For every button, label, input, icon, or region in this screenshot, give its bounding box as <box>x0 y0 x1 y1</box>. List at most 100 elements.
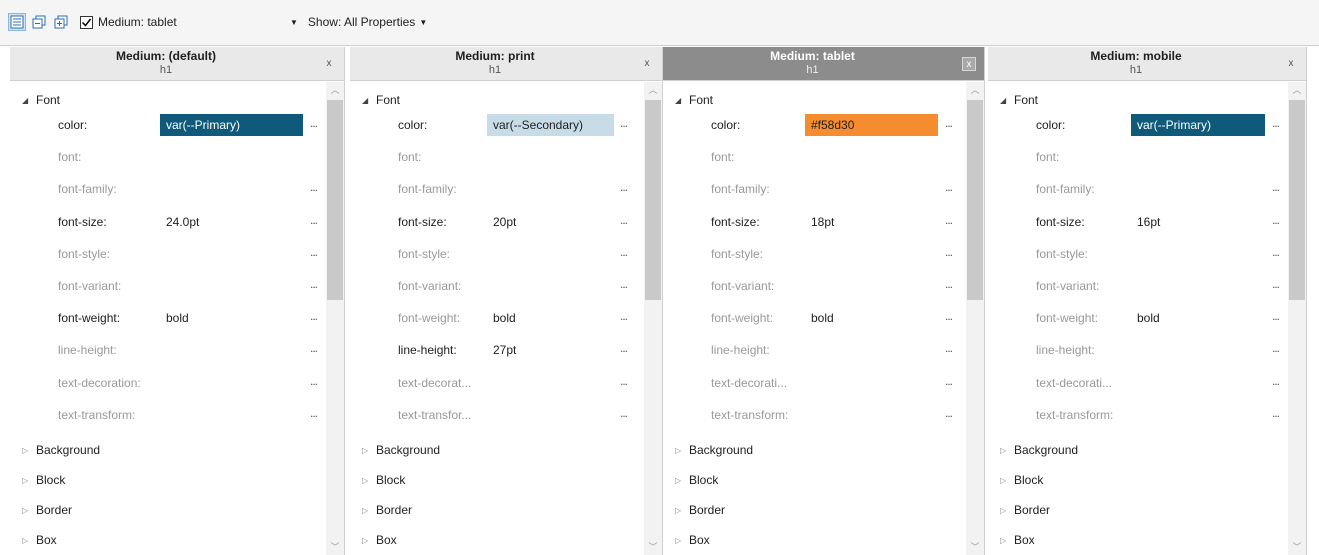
property-row-font-weight[interactable]: font-weight: bold... <box>350 307 645 329</box>
vertical-scrollbar[interactable]: ︿ ﹀ <box>1288 82 1306 555</box>
category-box[interactable]: ▷ Box <box>22 531 57 549</box>
property-row-line-height[interactable]: line-height:... <box>988 339 1289 361</box>
category-box[interactable]: ▷ Box <box>1000 531 1035 549</box>
category-block[interactable]: ▷ Block <box>22 471 65 489</box>
more-options-button[interactable]: ... <box>620 116 628 130</box>
category-background[interactable]: ▷ Background <box>22 441 100 459</box>
property-row-font-family[interactable]: font-family:... <box>10 178 327 200</box>
more-options-button[interactable]: ... <box>620 213 628 227</box>
more-options-button[interactable]: ... <box>945 341 953 355</box>
property-value[interactable]: var(--Secondary) <box>487 114 614 136</box>
property-value[interactable]: bold <box>160 307 195 329</box>
property-row-font-style[interactable]: font-style:... <box>350 243 645 265</box>
scroll-down-icon[interactable]: ﹀ <box>644 539 662 555</box>
category-box[interactable]: ▷ Box <box>362 531 397 549</box>
vertical-scrollbar[interactable]: ︿ ﹀ <box>326 82 344 555</box>
scroll-up-icon[interactable]: ︿ <box>1288 82 1306 98</box>
more-options-button[interactable]: ... <box>620 180 628 194</box>
property-row-font-size[interactable]: font-size: 18pt... <box>663 211 967 233</box>
property-row-font-variant[interactable]: font-variant:... <box>350 275 645 297</box>
property-value[interactable]: bold <box>805 307 840 329</box>
more-options-button[interactable]: ... <box>945 213 953 227</box>
collapse-all-icon[interactable] <box>30 13 48 31</box>
property-value[interactable]: 27pt <box>487 339 522 361</box>
more-options-button[interactable]: ... <box>620 245 628 259</box>
more-options-button[interactable]: ... <box>945 180 953 194</box>
more-options-button[interactable]: ... <box>945 374 953 388</box>
category-font[interactable]: ◢ Font <box>22 91 60 109</box>
more-options-button[interactable]: ... <box>620 341 628 355</box>
property-row-text-decoration[interactable]: text-decorati...... <box>988 372 1289 394</box>
category-font[interactable]: ◢ Font <box>675 91 713 109</box>
category-block[interactable]: ▷ Block <box>362 471 405 489</box>
category-border[interactable]: ▷ Border <box>1000 501 1050 519</box>
property-row-text-transform[interactable]: text-transform:... <box>10 404 327 426</box>
scroll-up-icon[interactable]: ︿ <box>644 82 662 98</box>
more-options-button[interactable]: ... <box>1272 341 1280 355</box>
medium-checkbox[interactable] <box>80 15 93 29</box>
more-options-button[interactable]: ... <box>310 245 318 259</box>
property-row-font-weight[interactable]: font-weight: bold... <box>10 307 327 329</box>
property-row-text-transform[interactable]: text-transfor...... <box>350 404 645 426</box>
expand-all-icon[interactable] <box>52 13 70 31</box>
medium-dropdown[interactable]: Medium: tablet <box>98 15 288 29</box>
more-options-button[interactable]: ... <box>310 341 318 355</box>
property-row-font-variant[interactable]: font-variant:... <box>988 275 1289 297</box>
compare-view-icon[interactable] <box>8 13 26 31</box>
property-value[interactable]: #f58d30 <box>805 114 938 136</box>
property-row-font-size[interactable]: font-size: 16pt... <box>988 211 1289 233</box>
category-background[interactable]: ▷ Background <box>675 441 753 459</box>
panel-header[interactable]: Medium: print h1 x <box>350 47 662 81</box>
property-row-font-size[interactable]: font-size: 24.0pt... <box>10 211 327 233</box>
category-block[interactable]: ▷ Block <box>675 471 718 489</box>
property-row-font[interactable]: font: <box>988 146 1289 168</box>
property-value[interactable]: bold <box>487 307 522 329</box>
property-row-text-transform[interactable]: text-transform:... <box>663 404 967 426</box>
property-row-text-decoration[interactable]: text-decoration:... <box>10 372 327 394</box>
property-row-font-variant[interactable]: font-variant:... <box>663 275 967 297</box>
property-row-font-variant[interactable]: font-variant:... <box>10 275 327 297</box>
scroll-down-icon[interactable]: ﹀ <box>966 539 984 555</box>
more-options-button[interactable]: ... <box>620 309 628 323</box>
scroll-down-icon[interactable]: ﹀ <box>326 539 344 555</box>
close-icon[interactable]: x <box>962 57 976 71</box>
property-row-font-family[interactable]: font-family:... <box>663 178 967 200</box>
panel-header[interactable]: Medium: (default) h1 x <box>10 47 344 81</box>
more-options-button[interactable]: ... <box>620 374 628 388</box>
category-border[interactable]: ▷ Border <box>22 501 72 519</box>
property-value[interactable] <box>805 339 817 361</box>
property-row-text-decoration[interactable]: text-decorati...... <box>663 372 967 394</box>
property-row-color[interactable]: color: var(--Secondary)... <box>350 114 645 136</box>
property-row-font-family[interactable]: font-family:... <box>350 178 645 200</box>
property-row-line-height[interactable]: line-height:... <box>10 339 327 361</box>
more-options-button[interactable]: ... <box>310 213 318 227</box>
property-row-font[interactable]: font: <box>663 146 967 168</box>
property-value[interactable]: var(--Primary) <box>1131 114 1265 136</box>
show-properties-dropdown[interactable]: Show: All Properties ▼ <box>308 15 427 29</box>
scrollbar-thumb[interactable] <box>327 100 343 300</box>
property-row-color[interactable]: color: var(--Primary)... <box>10 114 327 136</box>
property-row-font[interactable]: font: <box>350 146 645 168</box>
property-row-font-style[interactable]: font-style:... <box>10 243 327 265</box>
more-options-button[interactable]: ... <box>310 116 318 130</box>
category-font[interactable]: ◢ Font <box>362 91 400 109</box>
property-row-text-transform[interactable]: text-transform:... <box>988 404 1289 426</box>
property-value[interactable]: 18pt <box>805 211 840 233</box>
property-value[interactable] <box>160 339 172 361</box>
scrollbar-thumb[interactable] <box>1289 100 1305 300</box>
property-value[interactable]: var(--Primary) <box>160 114 303 136</box>
property-value[interactable]: 24.0pt <box>160 211 205 233</box>
close-icon[interactable]: x <box>322 57 336 71</box>
panel-header[interactable]: Medium: tablet h1 x <box>663 47 984 81</box>
more-options-button[interactable]: ... <box>310 309 318 323</box>
scrollbar-thumb[interactable] <box>967 100 983 300</box>
panel-header[interactable]: Medium: mobile h1 x <box>988 47 1306 81</box>
close-icon[interactable]: x <box>640 57 654 71</box>
more-options-button[interactable]: ... <box>310 277 318 291</box>
property-row-font-size[interactable]: font-size: 20pt... <box>350 211 645 233</box>
more-options-button[interactable]: ... <box>945 406 953 420</box>
more-options-button[interactable]: ... <box>620 406 628 420</box>
scroll-down-icon[interactable]: ﹀ <box>1288 539 1306 555</box>
category-border[interactable]: ▷ Border <box>362 501 412 519</box>
category-background[interactable]: ▷ Background <box>1000 441 1078 459</box>
